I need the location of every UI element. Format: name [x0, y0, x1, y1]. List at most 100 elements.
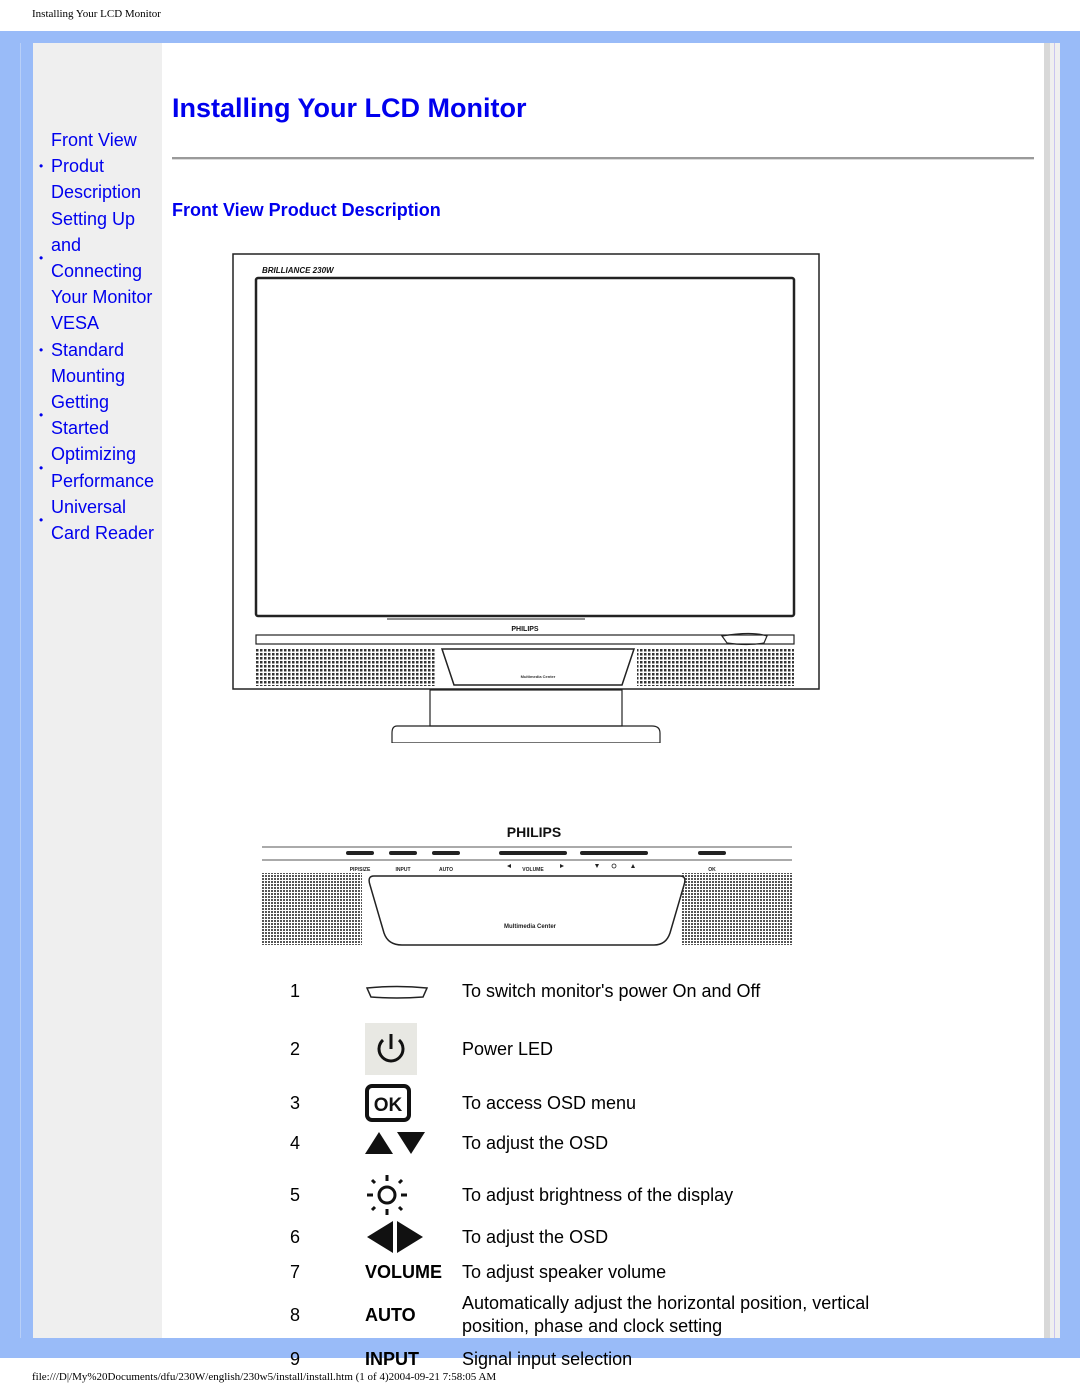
- legend-description: To adjust the OSD: [462, 1132, 609, 1153]
- legend-keyword: VOLUME: [365, 1262, 443, 1282]
- speaker-grille-right: [637, 648, 794, 686]
- legend-row: 4 To adjust the OSD: [290, 1130, 922, 1156]
- bullet-icon: •: [39, 250, 44, 265]
- gutter-line: [1054, 43, 1055, 1338]
- nav-label-line[interactable]: Produt: [51, 153, 141, 179]
- nav-label-line[interactable]: Getting: [51, 389, 109, 415]
- nav-label-line[interactable]: and: [51, 232, 152, 258]
- sidebar-nav: • Front View Produt Description • Settin…: [33, 127, 162, 546]
- panel-button-input: [389, 851, 417, 855]
- up-down-arrows-icon: [365, 1130, 462, 1156]
- nav-label-line[interactable]: Started: [51, 415, 109, 441]
- sidebar-item-vesa[interactable]: • VESA Standard Mounting: [33, 310, 162, 389]
- bullet-icon: •: [39, 159, 44, 174]
- monitor-front-drawing: BRILLIANCE 230W PHILIPS Multimedia Cente…: [232, 253, 820, 743]
- legend-row: 1 To switch monitor's power On and Off: [290, 980, 922, 1003]
- legend-description: To adjust speaker volume: [462, 1262, 667, 1282]
- sidebar-item-card-reader[interactable]: • Universal Card Reader: [33, 494, 162, 546]
- nav-label-line[interactable]: Performance: [51, 468, 154, 494]
- nav-label-line[interactable]: Your Monitor: [51, 284, 152, 310]
- legend-description: To adjust the OSD: [462, 1226, 609, 1247]
- monitor-bay-label: Multimedia Center: [521, 674, 556, 679]
- legend-description: To adjust brightness of the display: [462, 1184, 734, 1205]
- nav-label-line[interactable]: VESA: [51, 310, 125, 336]
- panel-card-bay: [368, 875, 686, 946]
- sidebar-item-getting-started[interactable]: • Getting Started: [33, 389, 162, 441]
- model-logo: BRILLIANCE 230W: [262, 266, 335, 275]
- nav-label-line[interactable]: Optimizing: [51, 441, 154, 467]
- panel-label-ok: OK: [708, 867, 716, 873]
- brightness-sun-icon: [365, 1173, 462, 1217]
- legend-number: 9: [290, 1349, 301, 1369]
- legend-keyword: AUTO: [365, 1304, 416, 1325]
- monitor-screen: [254, 276, 796, 618]
- bullet-icon: •: [39, 512, 44, 527]
- legend-row: 5 To adjust brightness of the display: [290, 1173, 922, 1217]
- legend-row: 3 OK To access OSD menu: [290, 1084, 922, 1122]
- nav-label-line[interactable]: Universal: [51, 494, 154, 520]
- panel-button-auto: [432, 851, 460, 855]
- legend-row: 2 Power LED: [290, 1023, 922, 1075]
- legend-row: 8 AUTO Automatically adjust the horizont…: [290, 1292, 922, 1338]
- monitor-stand-neck: [429, 689, 623, 727]
- nav-label-line[interactable]: Mounting: [51, 363, 125, 389]
- gutter-shade: [1044, 43, 1050, 1338]
- power-button-shape-icon: [365, 985, 462, 999]
- panel-button-pip: [346, 851, 374, 855]
- legend-keyword: INPUT: [365, 1349, 419, 1369]
- section-title: Front View Product Description: [172, 200, 441, 220]
- nav-label-line[interactable]: Card Reader: [51, 520, 154, 546]
- legend-number: 1: [290, 981, 301, 1001]
- legend-description: To switch monitor's power On and Off: [462, 981, 761, 1001]
- nav-label-line[interactable]: Setting Up: [51, 206, 152, 232]
- legend-number: 6: [290, 1226, 301, 1247]
- panel-label-volume: VOLUME: [522, 867, 544, 873]
- panel-button-ok: [698, 851, 726, 855]
- nav-label-line[interactable]: Standard: [51, 337, 125, 363]
- bullet-icon: •: [39, 460, 44, 475]
- sidebar: • Front View Produt Description • Settin…: [33, 43, 162, 1338]
- panel-grille-right: [682, 873, 792, 945]
- main-content: Installing Your LCD Monitor Front View P…: [162, 43, 1044, 1369]
- panel-label-auto: AUTO: [439, 867, 453, 873]
- ok-button-icon: OK: [365, 1084, 462, 1122]
- print-header: Installing Your LCD Monitor: [32, 8, 161, 20]
- panel-button-osd: [580, 851, 648, 855]
- sidebar-item-setting-up[interactable]: • Setting Up and Connecting Your Monitor: [33, 206, 162, 311]
- page-frame: • Front View Produt Description • Settin…: [0, 31, 1080, 1369]
- legend-number: 5: [290, 1184, 301, 1205]
- bullet-icon: •: [39, 342, 44, 357]
- title-divider: [172, 157, 1034, 160]
- legend-number: 3: [290, 1092, 301, 1113]
- legend-number: 2: [290, 1038, 301, 1059]
- monitor-control-strip: [255, 634, 795, 645]
- monitor-stand-base: [391, 725, 661, 743]
- sidebar-item-front-view[interactable]: • Front View Produt Description: [33, 127, 162, 206]
- sidebar-item-optimizing[interactable]: • Optimizing Performance: [33, 441, 162, 493]
- panel-bay-label: Multimedia Center: [504, 924, 557, 930]
- control-panel-drawing: PHILIPS PIP/SIZE INPUT AUTO VOLUME OK Mu…: [262, 824, 792, 946]
- panel-brand: PHILIPS: [507, 824, 561, 840]
- nav-label-line[interactable]: Description: [51, 179, 141, 205]
- legend-row: 9 INPUT Signal input selection: [290, 1348, 922, 1371]
- ok-icon-text: OK: [374, 1095, 403, 1116]
- legend-row: 7 VOLUME To adjust speaker volume: [290, 1261, 922, 1284]
- panel-button-volume: [499, 851, 567, 855]
- bullet-icon: •: [39, 408, 44, 423]
- nav-label-line[interactable]: Connecting: [51, 258, 152, 284]
- panel-label-input: INPUT: [396, 867, 411, 873]
- panel-grille-left: [262, 873, 362, 945]
- legend-description: Automatically adjust the horizontal posi…: [462, 1293, 870, 1336]
- monitor-bezel: [232, 253, 820, 690]
- panel-label-pip: PIP/SIZE: [350, 867, 371, 873]
- monitor-brand: PHILIPS: [511, 626, 539, 633]
- legend-description: Power LED: [462, 1038, 554, 1059]
- left-right-arrows-icon: [365, 1220, 462, 1254]
- card-reader-bay: [440, 648, 636, 686]
- legend-number: 4: [290, 1132, 301, 1153]
- right-gutter: [1044, 43, 1060, 1338]
- speaker-grille-left: [256, 648, 436, 686]
- nav-label-line[interactable]: Front View: [51, 127, 141, 153]
- power-led-icon: [365, 1023, 462, 1075]
- legend-row: 6 To adjust the OSD: [290, 1220, 922, 1254]
